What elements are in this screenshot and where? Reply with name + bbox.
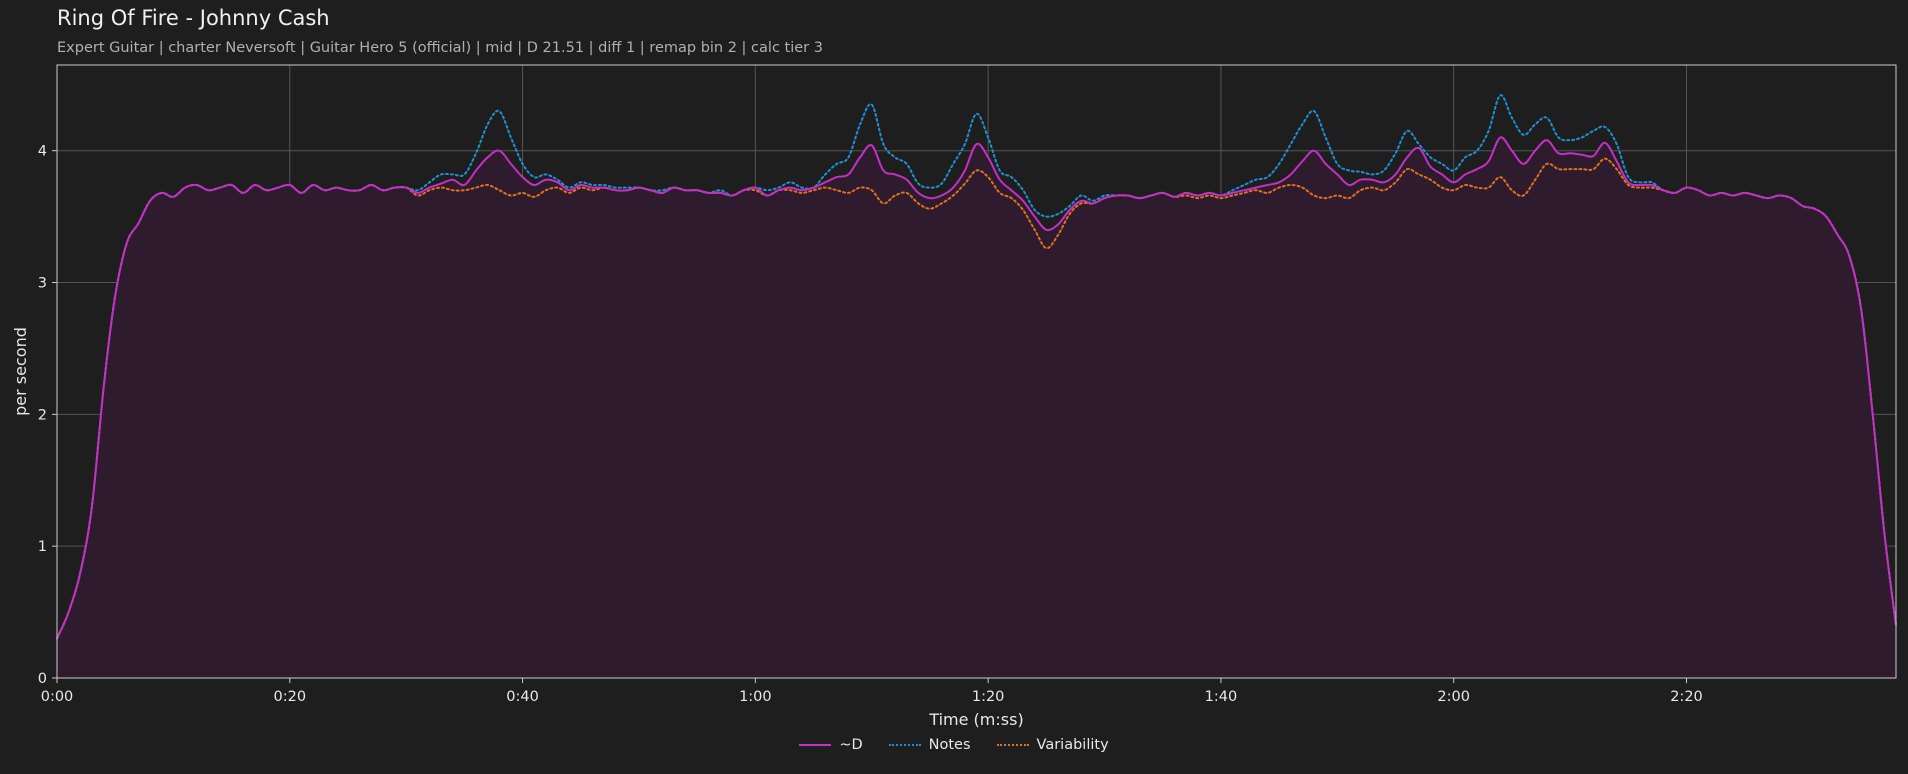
line-chart: 0:00 0:20 0:40 1:00 1:20 1:40 2:00 2:20 0 1 2 3 4 Ti… (11, 64, 1897, 729)
y-axis-label: per second (11, 327, 30, 416)
x-axis-label: Time (m:ss) (928, 710, 1023, 729)
legend-swatch-variability (996, 744, 1029, 746)
y-tick-label: 2 (38, 407, 47, 423)
x-tick-label: 2:20 (1670, 689, 1703, 705)
x-tick-label: 1:20 (972, 689, 1005, 705)
legend-swatch-notes (888, 744, 921, 746)
x-tick-label: 2:00 (1437, 689, 1470, 705)
x-tick-label: 0:40 (506, 689, 539, 705)
y-tick-label: 0 (38, 671, 47, 687)
legend-item-d: ~D (799, 737, 863, 753)
legend-label-d: ~D (839, 737, 863, 753)
x-tick-label: 0:00 (41, 689, 74, 705)
legend-swatch-d (799, 744, 832, 746)
y-tick-label: 4 (38, 144, 47, 160)
legend-label-variability: Variability (1036, 737, 1109, 753)
x-tick-label: 1:00 (739, 689, 772, 705)
legend-label-notes: Notes (928, 737, 971, 753)
y-tick-label: 3 (38, 276, 47, 292)
legend-item-variability: Variability (996, 737, 1109, 753)
x-tick-label: 0:20 (274, 689, 307, 705)
area-fill-layer (57, 137, 1896, 678)
legend: ~D Notes Variability (0, 737, 1908, 753)
legend-item-notes: Notes (888, 737, 971, 753)
y-tick-label: 1 (38, 539, 47, 555)
d-area-fill (57, 137, 1896, 678)
x-tick-label: 1:40 (1205, 689, 1238, 705)
